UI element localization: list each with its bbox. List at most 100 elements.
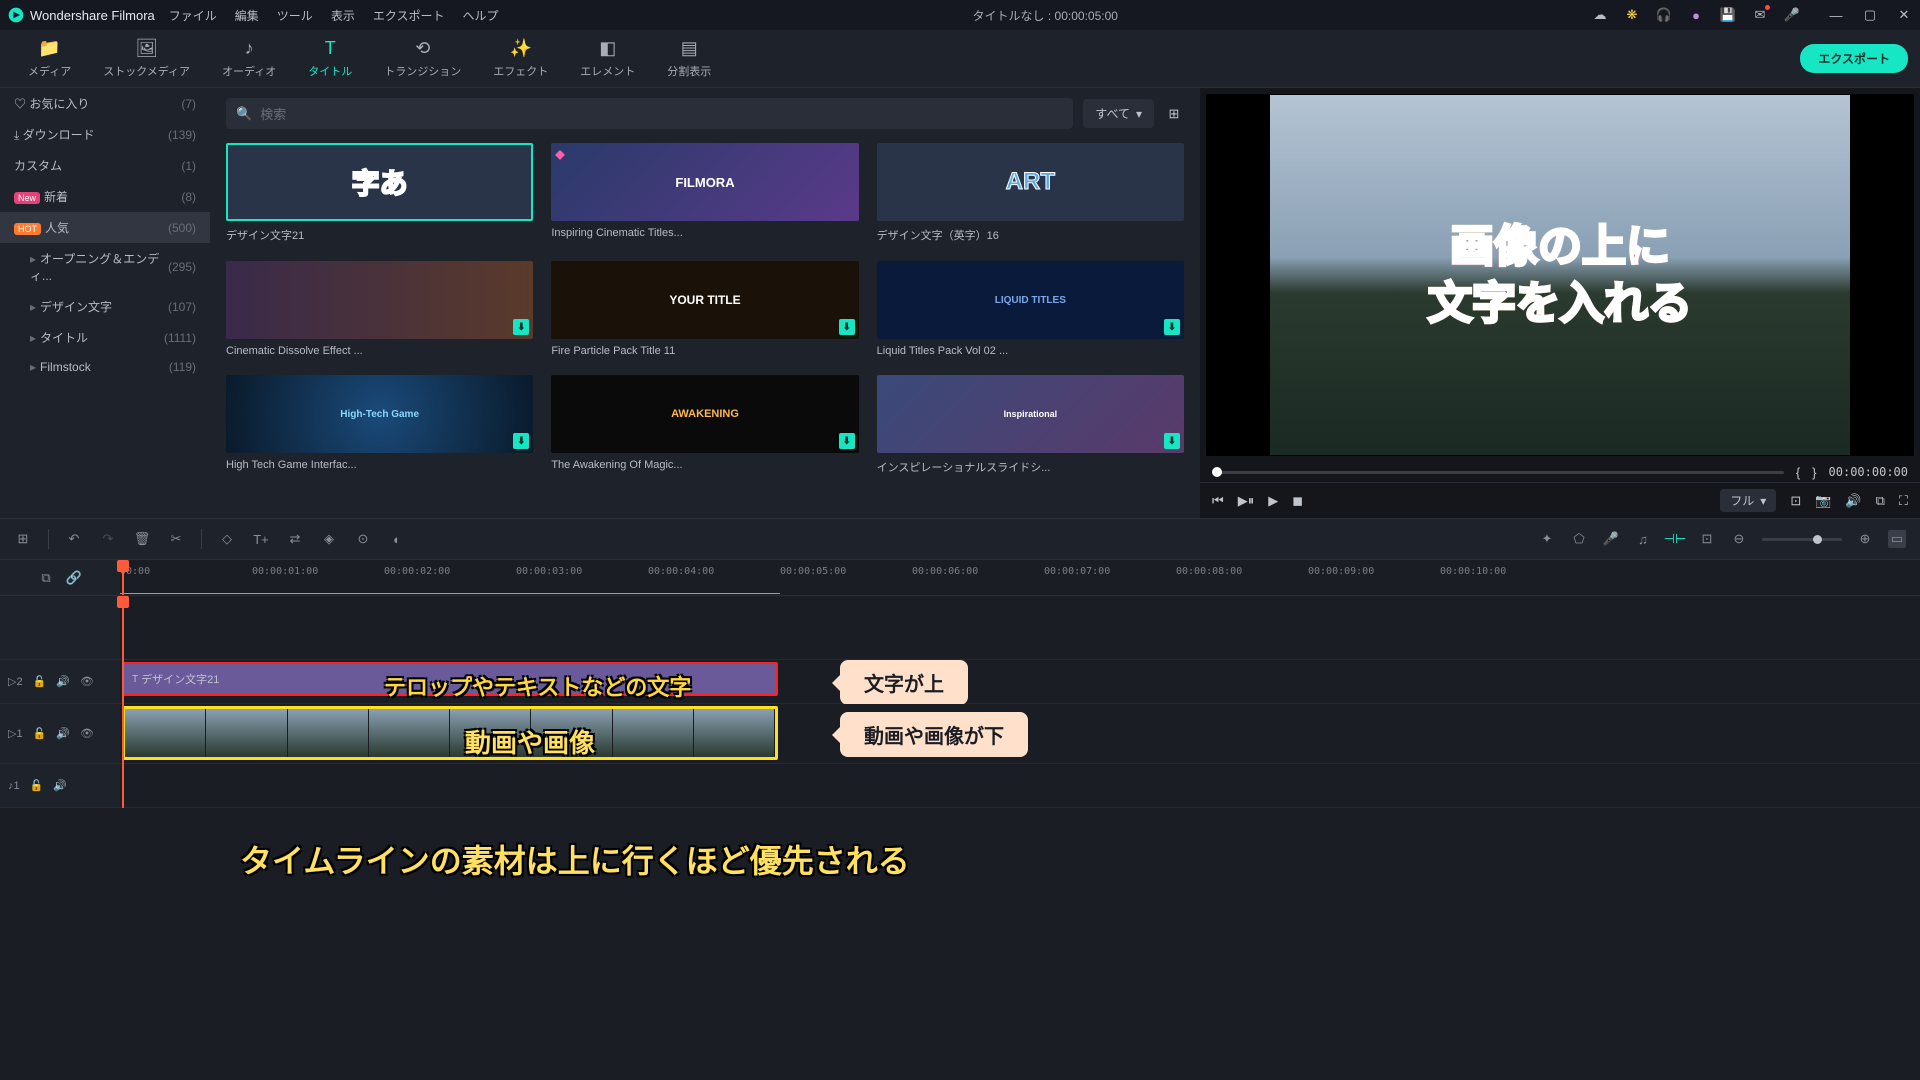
maximize-icon[interactable]: ▢ <box>1862 7 1878 23</box>
crop-icon[interactable]: ◇ <box>218 530 236 548</box>
playhead-line[interactable] <box>122 596 124 808</box>
sidebar-item[interactable]: ▸タイトル(1111) <box>0 322 210 353</box>
fullscreen-icon[interactable]: ⛶ <box>1899 493 1908 509</box>
keyframe-icon[interactable]: ◈ <box>320 530 338 548</box>
tool-transition[interactable]: ⟲トランジション <box>368 35 477 83</box>
timeline-options-icon[interactable]: ⧉ <box>37 569 55 587</box>
mark-in-icon[interactable]: { <box>1796 465 1800 480</box>
menu-view[interactable]: 表示 <box>331 7 355 24</box>
cloud-icon[interactable]: ☁ <box>1592 7 1608 23</box>
tool-split[interactable]: ▤分割表示 <box>651 35 727 83</box>
mute-icon[interactable]: 🔊 <box>53 779 67 792</box>
export-button[interactable]: エクスポート <box>1800 44 1908 73</box>
magnet-icon[interactable]: ⊣⊢ <box>1666 530 1684 548</box>
avatar-icon[interactable]: ● <box>1688 7 1704 23</box>
menu-export[interactable]: エクスポート <box>373 7 445 24</box>
marker-icon[interactable]: ⬠ <box>1570 530 1588 548</box>
undo-icon[interactable]: ↶ <box>65 530 83 548</box>
asset-thumbnail[interactable]: 字あデザイン文字21 <box>226 143 533 243</box>
asset-thumbnail[interactable]: ARTデザイン文字（英字）16 <box>877 143 1184 243</box>
zoom-in-icon[interactable]: ⊕ <box>1856 530 1874 548</box>
headphone-icon[interactable]: 🎧 <box>1656 7 1672 23</box>
lock-icon[interactable]: 🔓 <box>33 727 47 740</box>
zoom-slider[interactable] <box>1762 538 1842 541</box>
lock-icon[interactable]: 🔓 <box>30 779 44 792</box>
sidebar-item[interactable]: ▸デザイン文字(107) <box>0 291 210 322</box>
zoom-out-icon[interactable]: ⊖ <box>1730 530 1748 548</box>
timeline-ruler[interactable]: 00:0000:00:01:0000:00:02:0000:00:03:0000… <box>120 560 1920 595</box>
annotation-text-track: テロップやテキストなどの文字 <box>384 670 691 702</box>
asset-thumbnail[interactable]: AWAKENING⬇The Awakening Of Magic... <box>551 375 858 475</box>
display-icon[interactable]: ⊡ <box>1790 493 1801 509</box>
sidebar-item[interactable]: ▸オープニング＆エンディ...(295) <box>0 243 210 291</box>
eye-icon[interactable]: 👁 <box>80 727 94 740</box>
compare-icon[interactable]: ⧉ <box>1876 493 1885 509</box>
asset-thumbnail[interactable]: ◆FILMORAInspiring Cinematic Titles... <box>551 143 858 243</box>
preview-timecode: 00:00:00:00 <box>1829 465 1908 479</box>
text-tool-icon[interactable]: T+ <box>252 530 270 548</box>
asset-thumbnail[interactable]: ⬇Cinematic Dissolve Effect ... <box>226 261 533 357</box>
sidebar-item[interactable]: ▸Filmstock(119) <box>0 353 210 381</box>
sidebar-item[interactable]: New新着(8) <box>0 181 210 212</box>
play2-icon[interactable]: ▶ <box>1268 493 1278 509</box>
asset-thumbnail[interactable]: YOUR TITLE⬇Fire Particle Pack Title 11 <box>551 261 858 357</box>
effect-icon[interactable]: ✦ <box>1538 530 1556 548</box>
arrange-icon[interactable]: ⊞ <box>14 530 32 548</box>
volume-icon[interactable]: 🔊 <box>1845 493 1861 509</box>
mixer-icon[interactable]: ♫ <box>1634 530 1652 548</box>
eye-icon[interactable]: 👁 <box>80 675 94 688</box>
mute-icon[interactable]: 🔊 <box>56 727 70 740</box>
prev-frame-icon[interactable]: ⏮ <box>1212 493 1224 509</box>
close-icon[interactable]: ✕ <box>1896 7 1912 23</box>
menu-file[interactable]: ファイル <box>169 7 217 24</box>
quality-dropdown[interactable]: フル ▾ <box>1720 489 1776 512</box>
playhead[interactable] <box>122 560 124 595</box>
delete-icon[interactable]: 🗑 <box>133 530 151 548</box>
menu-edit[interactable]: 編集 <box>235 7 259 24</box>
cut-icon[interactable]: ✂ <box>167 530 185 548</box>
asset-thumbnail[interactable]: High-Tech Game⬇High Tech Game Interfac..… <box>226 375 533 475</box>
audio-mic-icon[interactable]: 🎤 <box>1602 530 1620 548</box>
tool-fx[interactable]: ✨エフェクト <box>477 35 564 83</box>
snapshot-icon[interactable]: 📷 <box>1815 493 1831 509</box>
mark-out-icon[interactable]: } <box>1812 465 1816 480</box>
asset-thumbnail[interactable]: Inspirational⬇インスピレーショナルスライドシ... <box>877 375 1184 475</box>
link-icon[interactable]: ⊡ <box>1698 530 1716 548</box>
fit-icon[interactable]: ▭ <box>1888 530 1906 548</box>
play-icon[interactable]: ▶⏸ <box>1238 493 1255 509</box>
callout-text-top: 文字が上 <box>840 660 968 705</box>
video-clip[interactable]: 動画や画像 <box>122 706 778 760</box>
notification-icon[interactable]: ✉ <box>1752 7 1768 23</box>
preview-scrubber[interactable] <box>1212 471 1784 474</box>
asset-thumbnail[interactable]: LIQUID TITLES⬇Liquid Titles Pack Vol 02 … <box>877 261 1184 357</box>
speed-icon[interactable]: ⊙ <box>354 530 372 548</box>
sidebar-item[interactable]: ⤓ ダウンロード(139) <box>0 119 210 150</box>
search-input[interactable]: 🔍 検索 <box>226 98 1073 129</box>
idea-icon[interactable]: ❋ <box>1624 7 1640 23</box>
stop-icon[interactable]: ◼ <box>1292 493 1303 509</box>
menu-tool[interactable]: ツール <box>277 7 313 24</box>
tool-folder[interactable]: 📁メディア <box>12 35 87 83</box>
mute-icon[interactable]: 🔊 <box>56 675 70 688</box>
text-clip[interactable]: T デザイン文字21 テロップやテキストなどの文字 <box>122 662 778 696</box>
save-icon[interactable]: 💾 <box>1720 7 1736 23</box>
tool-text[interactable]: Tタイトル <box>292 35 368 83</box>
grid-view-icon[interactable]: ⊞ <box>1164 104 1184 124</box>
sidebar-item[interactable]: HOT人気(500) <box>0 212 210 243</box>
link-toggle-icon[interactable]: 🔗 <box>65 569 83 587</box>
preview-canvas[interactable]: 画像の上に 文字を入れる <box>1206 94 1914 456</box>
tool-image[interactable]: 🖼ストックメディア <box>87 35 206 83</box>
tool-music[interactable]: ♪オーディオ <box>206 35 292 83</box>
sidebar-item[interactable]: ♡ お気に入り(7) <box>0 88 210 119</box>
menu-help[interactable]: ヘルプ <box>462 7 498 24</box>
main-toolbar: 📁メディア🖼ストックメディア♪オーディオTタイトル⟲トランジション✨エフェクト◧… <box>0 30 1920 88</box>
lock-icon[interactable]: 🔓 <box>33 675 47 688</box>
mic-icon[interactable]: 🎤 <box>1784 7 1800 23</box>
redo-icon[interactable]: ↷ <box>99 530 117 548</box>
tool-element[interactable]: ◧エレメント <box>564 35 651 83</box>
minimize-icon[interactable]: — <box>1828 7 1844 23</box>
filter-dropdown[interactable]: すべて▾ <box>1083 99 1154 128</box>
sidebar-item[interactable]: カスタム(1) <box>0 150 210 181</box>
adjust-icon[interactable]: ⇄ <box>286 530 304 548</box>
color-icon[interactable]: ◐ <box>388 530 406 548</box>
